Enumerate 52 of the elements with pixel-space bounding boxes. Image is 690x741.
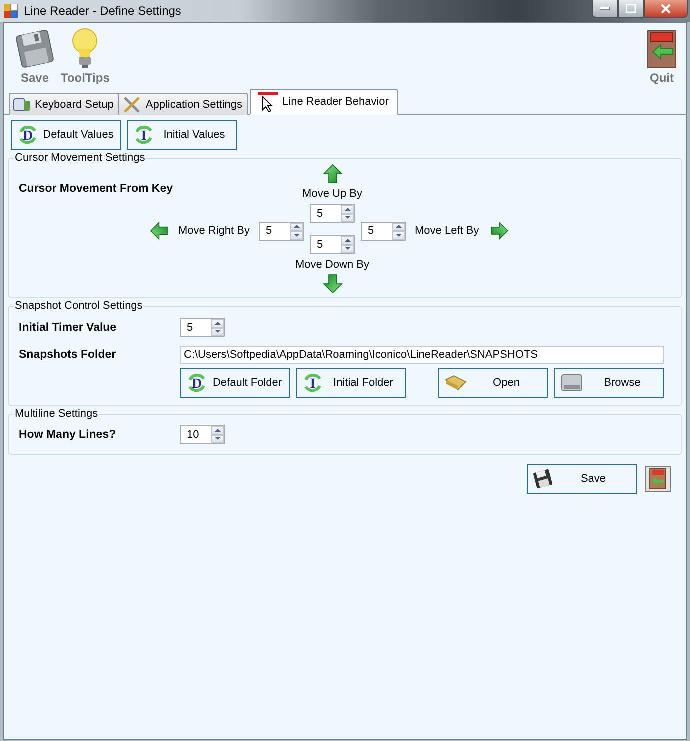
spin-up-button[interactable] [341,205,354,214]
tab[interactable]: Application Settings [118,93,248,115]
spin-up-button[interactable] [341,236,354,244]
group-title: Cursor Movement Settings [14,152,146,164]
group-title: Multiline Settings [14,408,100,420]
arrow-left-icon [150,221,168,241]
cursor-icon [256,92,279,112]
disk-drive-icon [560,373,584,393]
field-label: Snapshots Folder [19,349,118,361]
folder-icon [444,374,468,392]
spin-down-button[interactable] [392,231,405,240]
tools-icon [122,96,142,114]
default-values-button[interactable]: D Default Values [11,120,121,150]
save-button[interactable]: Save [12,23,58,89]
section-heading: Cursor Movement From Key [19,183,174,195]
field-label: How Many Lines? [19,428,118,440]
tab[interactable]: Keyboard Setup [9,93,119,115]
keyboard-key-icon [13,96,31,112]
light-bulb-icon [70,27,100,69]
minimize-icon [600,6,610,10]
close-button[interactable] [644,0,688,18]
minimize-button[interactable] [592,0,618,18]
direction-label: Move Right By [178,225,250,237]
window-title: Line Reader - Define Settings [24,4,182,18]
initial-folder-button[interactable]: I Initial Folder [296,368,406,398]
folder-path-field[interactable]: C:\Users\Softpedia\AppData\Roaming\Iconico\LineReader\SNAPSHOTS [180,346,664,364]
maximize-button[interactable] [618,0,644,18]
tooltips-button[interactable]: ToolTips [58,23,113,89]
browse-button[interactable]: Browse [554,368,664,398]
arrow-down-icon [322,274,342,294]
field-label: Initial Timer Value [19,322,118,334]
spin-up-button[interactable] [211,319,224,328]
close-icon [661,4,671,14]
tab[interactable]: Line Reader Behavior [250,89,398,115]
app-icon [4,4,18,18]
arrow-right-icon [491,221,509,241]
save-button[interactable]: Save [527,464,637,494]
direction-label: Move Up By [302,188,362,200]
arrow-up-icon [322,164,342,184]
direction-label: Move Down By [296,259,370,271]
default-folder-button[interactable]: D Default Folder [180,368,290,398]
quit-button[interactable]: Quit [642,23,682,89]
exit-button[interactable] [645,466,671,492]
direction-label: Move Left By [415,225,480,237]
group-title: Snapshot Control Settings [14,300,144,312]
spin-down-button[interactable] [290,231,303,240]
spin-up-button[interactable] [211,426,224,434]
exit-door-icon [645,29,679,69]
open-button[interactable]: Open [438,368,548,398]
maximize-icon [626,4,636,13]
exit-door-icon [648,468,668,490]
initial-values-button[interactable]: I Initial Values [127,120,237,150]
